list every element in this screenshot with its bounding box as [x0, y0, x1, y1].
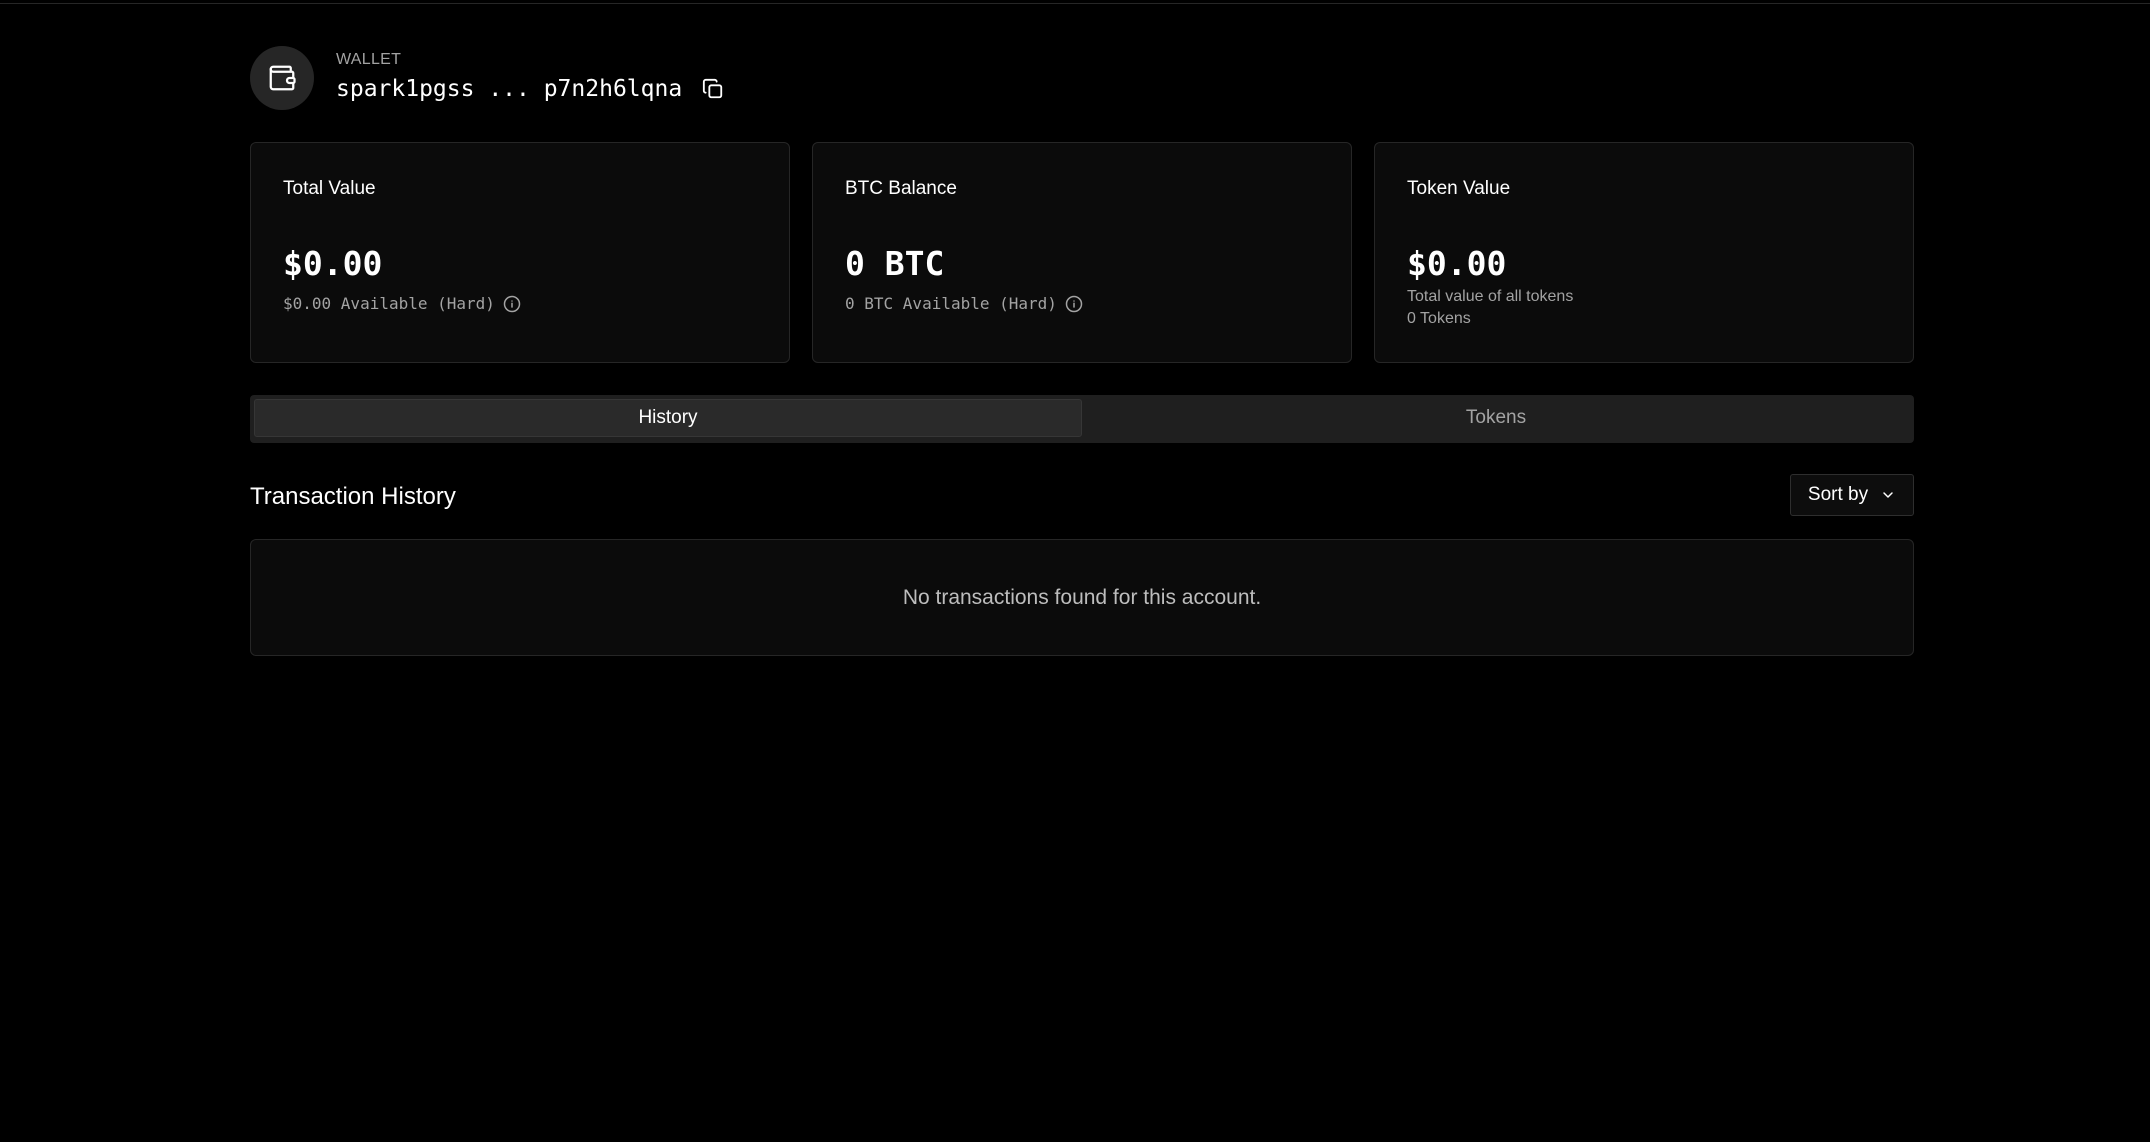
total-value-card: Total Value $0.00 $0.00 Available (Hard) [250, 142, 790, 363]
wallet-avatar [250, 46, 314, 110]
card-subtext: $0.00 Available (Hard) [283, 294, 521, 313]
sort-by-label: Sort by [1807, 484, 1869, 505]
card-title: BTC Balance [845, 178, 957, 199]
card-value: 0 BTC [845, 244, 945, 283]
token-value-description: Total value of all tokens [1407, 288, 1574, 305]
copy-address-button[interactable] [700, 76, 726, 102]
wallet-header: WALLET spark1pgss ... p7n2h6lqna [250, 46, 1050, 112]
copy-icon [703, 78, 723, 99]
tab-history[interactable]: History [254, 399, 1082, 437]
tab-tokens[interactable]: Tokens [1082, 399, 1910, 437]
card-subtext: 0 BTC Available (Hard) [845, 294, 1083, 313]
sort-by-button[interactable]: Sort by [1790, 474, 1914, 516]
card-title: Total Value [283, 178, 376, 199]
card-title: Token Value [1407, 178, 1511, 199]
wallet-address-row: spark1pgss ... p7n2h6lqna [336, 76, 726, 102]
token-count: 0 Tokens [1407, 310, 1471, 327]
stat-cards: Total Value $0.00 $0.00 Available (Hard)… [250, 142, 1914, 363]
token-value-card: Token Value $0.00 Total value of all tok… [1374, 142, 1914, 363]
info-icon[interactable] [503, 295, 521, 313]
wallet-address: spark1pgss ... p7n2h6lqna [336, 76, 683, 102]
transaction-history-title: Transaction History [250, 483, 456, 510]
empty-message: No transactions found for this account. [902, 585, 1262, 609]
wallet-icon [269, 65, 296, 91]
available-balance: $0.00 Available (Hard) [283, 294, 495, 313]
available-balance: 0 BTC Available (Hard) [845, 294, 1057, 313]
btc-balance-card: BTC Balance 0 BTC 0 BTC Available (Hard) [812, 142, 1352, 363]
chevron-down-icon [1880, 487, 1896, 503]
top-divider [0, 3, 2150, 4]
card-value: $0.00 [1407, 244, 1507, 283]
transactions-empty-state: No transactions found for this account. [250, 539, 1914, 656]
info-icon[interactable] [1065, 295, 1083, 313]
card-value: $0.00 [283, 244, 383, 283]
wallet-label: WALLET [336, 51, 402, 68]
tab-bar: History Tokens [250, 395, 1914, 443]
